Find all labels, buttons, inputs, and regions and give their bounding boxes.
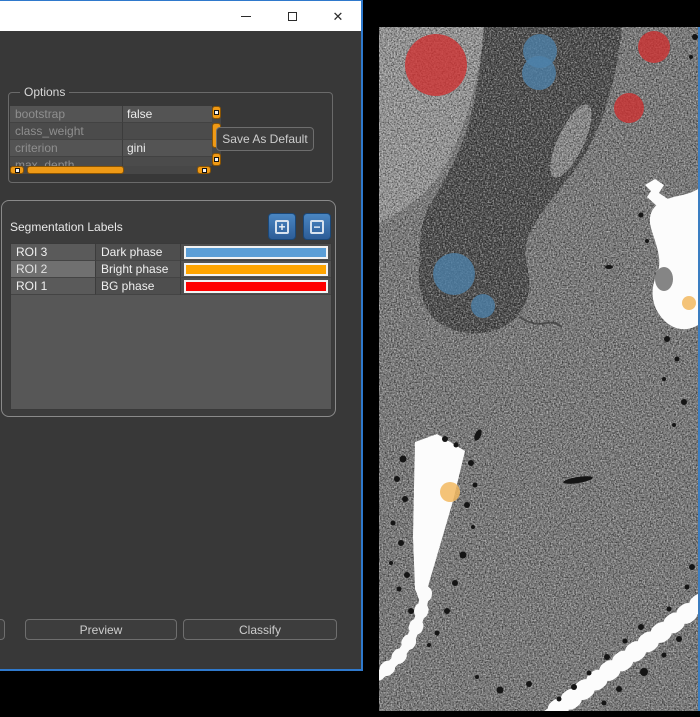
options-groupbox-title: Options (20, 85, 69, 99)
roi-name-cell[interactable]: ROI 2 (11, 261, 96, 278)
micrograph-canvas[interactable] (379, 27, 698, 711)
scroll-arrow-icon (15, 168, 20, 173)
blue-roi-annotation (522, 56, 556, 90)
color-swatch[interactable] (184, 280, 328, 293)
minimize-icon (241, 16, 251, 17)
param-row-max-depth[interactable]: max_depth (10, 157, 212, 166)
param-name: max_depth (10, 157, 123, 166)
parameter-table[interactable]: bootstrap false class_weight criterion g… (10, 106, 212, 166)
orange-roi-annotation (682, 296, 696, 310)
roi-color-cell[interactable] (181, 244, 331, 261)
close-icon: ✕ (333, 10, 344, 23)
remove-label-button[interactable]: − (303, 213, 331, 240)
close-button[interactable]: ✕ (315, 1, 361, 31)
roi-table[interactable]: ROI 3 Dark phase ROI 2 Bright phase ROI … (10, 243, 332, 410)
hidden-partial-button[interactable] (0, 619, 5, 640)
table-row[interactable]: ROI 1 BG phase (11, 278, 331, 295)
param-value[interactable]: gini (123, 140, 212, 157)
red-roi-annotation (614, 93, 644, 123)
param-value[interactable] (123, 123, 212, 140)
param-name: criterion (10, 140, 123, 157)
param-value[interactable] (123, 157, 212, 166)
preview-button[interactable]: Preview (25, 619, 177, 640)
roi-color-cell[interactable] (181, 261, 331, 278)
scroll-right-button[interactable] (197, 166, 211, 174)
segmentation-title: Segmentation Labels (10, 220, 123, 234)
minimize-button[interactable] (223, 1, 269, 31)
roi-phase-cell[interactable]: Dark phase (96, 244, 181, 261)
param-name: class_weight (10, 123, 123, 140)
scroll-arrow-icon (202, 168, 207, 173)
scroll-up-button[interactable] (212, 106, 221, 119)
minus-icon: − (310, 220, 324, 234)
roi-color-cell[interactable] (181, 278, 331, 295)
param-row-bootstrap[interactable]: bootstrap false (10, 106, 212, 123)
blue-roi-annotation (471, 294, 495, 318)
param-value[interactable]: false (123, 106, 212, 123)
scroll-left-button[interactable] (10, 166, 24, 174)
table-row[interactable]: ROI 3 Dark phase (11, 244, 331, 261)
titlebar[interactable]: ✕ (0, 1, 361, 31)
color-swatch[interactable] (184, 246, 328, 259)
param-row-criterion[interactable]: criterion gini (10, 140, 212, 157)
maximize-button[interactable] (269, 1, 315, 31)
plus-icon: + (275, 220, 289, 234)
red-roi-annotation (638, 31, 670, 63)
scroll-arrow-icon (214, 157, 219, 162)
blue-roi-annotation (433, 253, 475, 295)
scroll-arrow-icon (214, 110, 219, 115)
table-row[interactable]: ROI 2 Bright phase (11, 261, 331, 278)
roi-phase-cell[interactable]: BG phase (96, 278, 181, 295)
segmentation-panel: Segmentation Labels + − ROI 3 Dark phase… (1, 200, 336, 417)
horizontal-scroll-thumb[interactable] (27, 166, 124, 174)
red-roi-annotation (405, 34, 467, 96)
maximize-icon (288, 12, 297, 21)
dialog-client-area: Options bootstrap false class_weight cri… (0, 31, 361, 669)
classifier-dialog-window: ✕ Options bootstrap false class_weight c… (0, 0, 363, 671)
param-name: bootstrap (10, 106, 123, 123)
save-as-default-button[interactable]: Save As Default (216, 127, 314, 151)
roi-phase-cell[interactable]: Bright phase (96, 261, 181, 278)
roi-name-cell[interactable]: ROI 1 (11, 278, 96, 295)
param-row-class-weight[interactable]: class_weight (10, 123, 212, 140)
add-label-button[interactable]: + (268, 213, 296, 240)
color-swatch[interactable] (184, 263, 328, 276)
micrograph-image (379, 27, 698, 711)
horizontal-scrollbar[interactable] (10, 166, 211, 174)
orange-roi-annotation (440, 482, 460, 502)
scroll-down-button[interactable] (212, 153, 221, 166)
classify-button[interactable]: Classify (183, 619, 337, 640)
roi-name-cell[interactable]: ROI 3 (11, 244, 96, 261)
